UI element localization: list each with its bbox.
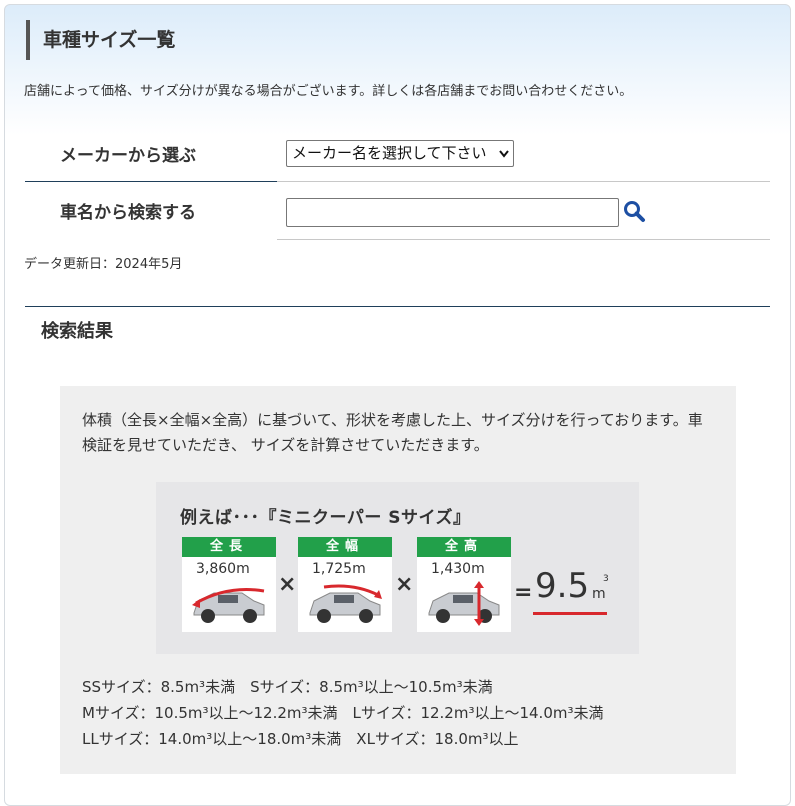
example-title: 例えば･･･『ミニクーパー Sサイズ』 [180, 508, 471, 528]
length-value: 3,860m [196, 561, 250, 577]
car-name-search-input[interactable] [286, 198, 619, 227]
size-range-line: SSサイズ：8.5m³未満 Sサイズ：8.5m³以上～10.5m³未満 [82, 678, 493, 696]
notice-text: 店舗によって価格、サイズ分けが異なる場合がございます。詳しくは各店舗までお問い合… [24, 84, 633, 99]
size-info-box: 体積（全長×全幅×全高）に基づいて、形状を考慮した上、サイズ分けを行っております… [60, 386, 736, 774]
times-sign: × [395, 572, 414, 597]
maker-label: メーカーから選ぶ [60, 146, 196, 166]
results-heading: 検索結果 [41, 321, 113, 342]
car-length-icon [192, 588, 265, 623]
width-value: 1,725m [312, 561, 366, 577]
length-label: 全長 [182, 537, 276, 557]
height-label: 全高 [417, 537, 511, 557]
search-button[interactable] [622, 199, 648, 225]
size-description: 体積（全長×全幅×全高）に基づいて、形状を考慮した上、サイズ分けを行っております… [82, 411, 703, 454]
car-name-label: 車名から検索する [60, 203, 196, 223]
height-card: 全高 1,430m [417, 537, 511, 632]
volume-unit: m [592, 586, 606, 602]
divider [25, 181, 277, 182]
result-underline [533, 612, 607, 615]
times-sign: × [278, 572, 297, 597]
size-range-line: Mサイズ：10.5m³以上～12.2m³未満 Lサイズ：12.2m³以上～14.… [82, 704, 604, 722]
example-figure: 例えば･･･『ミニクーパー Sサイズ』 全長 3,860m × 全幅 1,725… [156, 482, 639, 654]
page-title: 車種サイズ一覧 [26, 20, 175, 60]
car-width-icon [309, 584, 382, 623]
chevron-down-icon [499, 141, 509, 175]
car-height-icon [428, 581, 500, 626]
width-label: 全幅 [298, 537, 392, 557]
divider [25, 306, 770, 307]
length-card: 全長 3,860m [182, 537, 276, 632]
volume-unit-superscript: 3 [603, 574, 609, 584]
volume-result: 9.5 [535, 566, 590, 606]
width-card: 全幅 1,725m [298, 537, 392, 632]
divider [277, 239, 770, 240]
updated-date: データ更新日：2024年5月 [24, 257, 183, 272]
maker-select[interactable]: メーカー名を選択して下さい [286, 140, 514, 167]
equals-sign: = [514, 580, 533, 605]
height-value: 1,430m [431, 561, 485, 577]
search-icon [622, 201, 648, 229]
size-range-line: LLサイズ：14.0m³以上～18.0m³未満 XLサイズ：18.0m³以上 [82, 730, 519, 748]
maker-select-value: メーカー名を選択して下さい [292, 144, 487, 162]
divider [277, 181, 770, 182]
